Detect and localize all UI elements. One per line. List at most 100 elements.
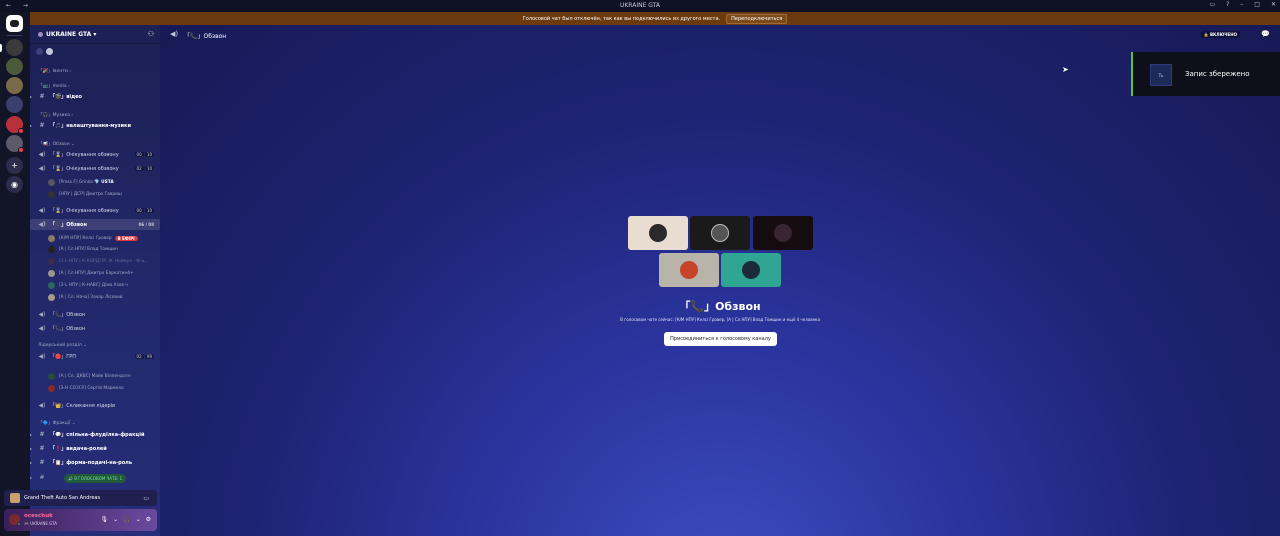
participant-tile[interactable] <box>721 253 781 287</box>
category-factions[interactable]: 「🔷」Фракції ⌄ <box>30 417 160 428</box>
channel-flood[interactable]: ▸ # 「💬」спільна-флуділка-фракцій <box>30 429 160 440</box>
minimize-button[interactable]: – <box>1240 1 1243 8</box>
reconnect-button[interactable]: Переподключиться <box>726 13 788 24</box>
avatar <box>48 385 55 392</box>
voice-channel-obzvon[interactable]: ◀) 「📞」Обзвон 06 / 08 <box>30 219 160 230</box>
voice-channel-wait-1[interactable]: ◀) 「⌛」Очікування обзвону 00 10 <box>30 149 160 160</box>
voice-user[interactable]: [З-L НПУ | К-НАВС] Діма Азов ч <box>30 280 160 291</box>
headphones-icon[interactable]: 🎧 <box>123 516 130 523</box>
server-icon-2[interactable] <box>6 58 23 75</box>
voice-channel-wait-2[interactable]: ◀) 「⌛」Очікування обзвону 02 10 <box>30 163 160 174</box>
avatar <box>680 261 698 279</box>
voice-channel-leaders[interactable]: ◀) 「👑」Скликання лідерів <box>30 400 160 411</box>
status-badge[interactable]: 🔒 ВКЛЮЧЕНО <box>1200 31 1240 38</box>
category-obzvon[interactable]: 「📢」Обзвон ⌄ <box>30 138 160 149</box>
voice-user[interactable]: [НПУ | ДСР] Дмитро Гавриш <box>30 189 160 200</box>
caret-icon: ▸ <box>30 446 33 451</box>
chevron-down-icon[interactable]: ⌄ <box>113 516 118 523</box>
text-channel-icon: # <box>39 474 45 481</box>
avatar <box>711 224 729 242</box>
home-icon[interactable] <box>6 15 23 32</box>
activity-panel[interactable]: Grand Theft Auto San Andreas ▭ <box>4 490 157 506</box>
text-channel-icon: # <box>39 459 45 466</box>
chevron-down-icon[interactable]: ⌄ <box>136 516 141 523</box>
speaker-icon[interactable] <box>36 48 43 55</box>
voice-user[interactable]: [А | Сл. Нача] Захар Лісовий <box>30 292 160 303</box>
voice-user[interactable]: [А | Сл.НПУ] Дмитро Баркатин4+ <box>30 268 160 279</box>
voice-channel-rp[interactable]: ◀) 「🔴」ГРП 02 99 <box>30 351 160 362</box>
avatar <box>48 270 55 277</box>
close-button[interactable]: ✕ <box>1271 1 1276 8</box>
microphone-icon[interactable]: 🎙 <box>100 516 108 523</box>
maximize-button[interactable]: □ <box>1254 1 1260 8</box>
add-server-icon[interactable]: + <box>6 157 23 174</box>
participant-tile[interactable] <box>753 216 813 250</box>
voice-user[interactable]: [З-L НПУ | К-КОРД] М. Ф. Ноймун · Ф-ц... <box>30 256 160 267</box>
user-status: 🎮 UKRAINE GTA <box>24 521 57 526</box>
channel-video[interactable]: ▸ # 「🎬」відео <box>30 91 160 102</box>
voice-user[interactable]: [К/М НПУ] Келсі Гровер В ЕФІРІ <box>30 233 160 244</box>
voice-channel-obzvon-2[interactable]: ◀) 「📞」Обзвон <box>30 309 160 320</box>
inbox-icon[interactable]: ▭ <box>1209 1 1215 8</box>
speaker-icon: ◀) <box>38 353 46 360</box>
server-icon-4[interactable] <box>6 96 23 113</box>
channel-label: 「👑」Скликання лідерів <box>50 403 116 409</box>
username: [З-Н СОЗСУ] Сергій Мармело <box>59 386 124 391</box>
avatar <box>742 261 760 279</box>
server-icon-1[interactable] <box>6 39 23 56</box>
category-leaders[interactable]: Лідерський розділ ⌄ <box>30 340 160 351</box>
channel-title: 「📞」Обзвон <box>184 33 227 40</box>
category-ivents[interactable]: 「🎉」Івенти › <box>30 65 160 76</box>
category-media[interactable]: 「📺」media › <box>30 80 160 91</box>
person-add-icon[interactable]: ⚇ <box>148 30 154 38</box>
caret-icon: ▸ <box>30 432 33 437</box>
voice-user[interactable]: [З-Н СОЗСУ] Сергій Мармело <box>30 383 160 394</box>
avatar <box>48 235 55 242</box>
channel-sidebar: UKRAINE GTA ▾ ⚇ 「🎉」Івенти › 「📺」media › ▸… <box>30 25 160 536</box>
channel-music-settings[interactable]: ▸ # 「🎵」налаштування-музики <box>30 120 160 131</box>
participant-tile[interactable] <box>659 253 719 287</box>
participant-tile[interactable] <box>628 216 688 250</box>
help-icon[interactable]: ? <box>1226 1 1229 8</box>
username: [Press F] Grinka <box>59 180 93 185</box>
category-music[interactable]: 「🎧」Музика › <box>30 109 160 120</box>
voice-chat-pill[interactable]: 🔊 В ГОЛОСОВОМ ЧАТЕ: 1 <box>64 474 127 483</box>
channel-roles[interactable]: ▸ # 「❗」видача-ролей <box>30 443 160 454</box>
game-name: Grand Theft Auto San Andreas <box>24 495 101 501</box>
gear-icon[interactable]: ⚙ <box>146 516 151 523</box>
status-icons <box>36 48 53 55</box>
channel-label: 「🎬」відео <box>50 94 82 100</box>
voice-user[interactable]: [А | Сл. ДКВС] Майк Віллендсен <box>30 371 160 382</box>
avatar <box>48 258 55 265</box>
monitor-icon[interactable]: ▭ <box>143 495 149 502</box>
channel-label: 「📞」Обзвон <box>50 326 86 332</box>
username: [А | Сл.НПУ] Дмитро Баркатин4+ <box>59 271 134 276</box>
server-header[interactable]: UKRAINE GTA ▾ ⚇ <box>30 25 160 44</box>
voice-channel-subtitle: В голосовом чате сейчас: [К/М НПУ] Келсі… <box>620 317 820 322</box>
server-badge-icon <box>38 32 43 37</box>
channel-form[interactable]: ▸ # 「📋」форма-подачі-на-роль <box>30 457 160 468</box>
gamepad-icon[interactable] <box>46 48 53 55</box>
discover-icon[interactable]: ◉ <box>6 176 23 193</box>
text-channel-icon: # <box>39 445 45 452</box>
user-panel: oceschuk 🎮 UKRAINE GTA 🎙 ⌄ 🎧 ⌄ ⚙ <box>4 509 157 531</box>
join-voice-button[interactable]: Присоединиться к голосовому каналу <box>664 332 777 346</box>
avatar <box>48 246 55 253</box>
game-icon <box>10 493 20 503</box>
username: [К/М НПУ] Келсі Гровер <box>59 236 112 241</box>
participant-tile[interactable] <box>690 216 750 250</box>
title-bar: ← → UKRAINE GTA ▭ ? – □ ✕ <box>0 0 1280 12</box>
speaker-icon: ◀) <box>38 207 46 214</box>
notification-toast[interactable]: Ть Запис збережено <box>1131 52 1280 96</box>
voice-user[interactable]: [А | Сл.НПУ] Влад Томщин <box>30 244 160 255</box>
text-channel-icon: # <box>39 93 45 100</box>
server-icon-3[interactable] <box>6 77 23 94</box>
username[interactable]: oceschuk <box>24 513 53 519</box>
voice-channel-obzvon-3[interactable]: ◀) 「📞」Обзвон <box>30 323 160 334</box>
chat-icon[interactable]: 💬 <box>1261 30 1270 38</box>
voice-user[interactable]: [Press F] Grinka 💎 USTA <box>30 177 160 188</box>
notification-badge <box>18 147 24 153</box>
live-badge: В ЕФІРІ <box>114 236 138 241</box>
voice-channel-wait-3[interactable]: ◀) 「⌛」Очікування обзвону 00 10 <box>30 205 160 216</box>
avatar <box>48 179 55 186</box>
